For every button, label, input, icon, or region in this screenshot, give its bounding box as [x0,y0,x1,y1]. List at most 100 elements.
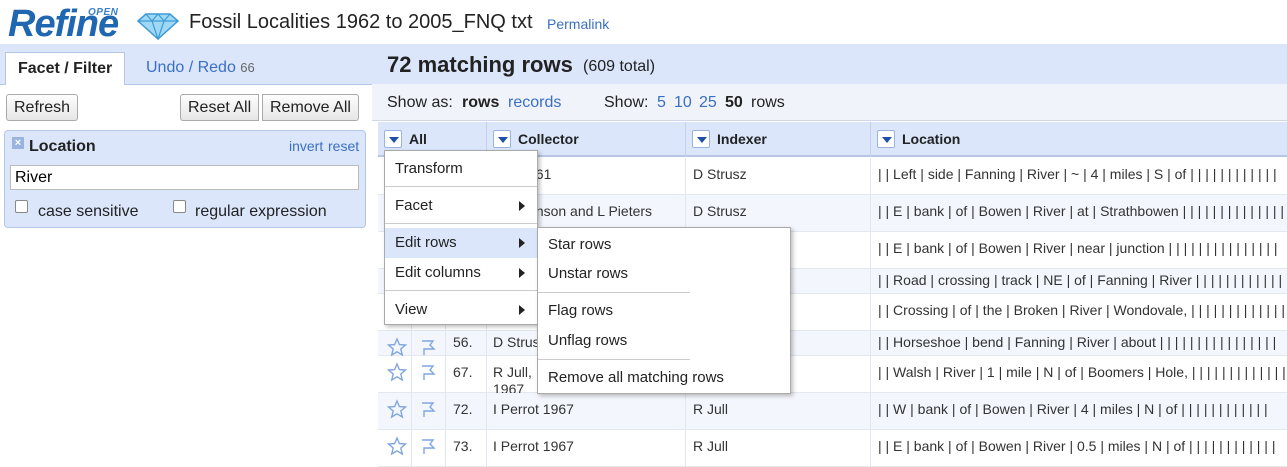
flag-icon[interactable] [418,362,438,385]
total-rows-count: (609 total) [583,58,656,75]
menu-item-remove-matching-rows[interactable]: Remove all matching rows [538,363,790,393]
column-title: Collector [518,131,579,147]
flag-icon[interactable] [418,436,438,459]
cell-divider [870,195,871,231]
cell-indexer[interactable]: D Strusz [693,166,747,182]
menu-item-star-rows[interactable]: Star rows [538,230,790,260]
cell-divider [870,294,871,330]
facet-filter-input[interactable] [10,165,359,190]
refresh-button[interactable]: Refresh [6,94,79,121]
facet-invert-link[interactable]: invert [289,138,323,154]
row-number: 72. [453,401,473,417]
cell-divider [486,393,487,429]
menu-item-label: Flag rows [548,302,614,319]
column-menu-icon[interactable] [877,130,895,148]
menu-item-edit-columns[interactable]: Edit columns [385,258,537,288]
column-menu-icon[interactable] [384,130,402,148]
cell-location[interactable]: | | W | bank | of | Bowen | River | 4 | … [878,401,1268,417]
tab-undo-redo[interactable]: Undo / Redo 66 [134,52,267,85]
cell-indexer[interactable]: D Strusz [693,203,747,219]
edit-rows-submenu: Star rows Unstar rows Flag rows Unflag r… [537,227,791,394]
page-size-5[interactable]: 5 [657,94,666,112]
star-icon[interactable] [386,399,408,422]
cell-divider [445,356,446,392]
menu-item-label: Transform [395,160,463,177]
flag-icon[interactable] [418,399,438,422]
star-icon[interactable] [386,362,408,385]
star-icon[interactable] [386,436,408,459]
cell-location[interactable]: | | Crossing | of | the | Broken | River… [878,302,1287,318]
menu-item-view[interactable]: View [385,295,537,325]
regex-checkbox[interactable] [173,200,186,213]
menu-separator [538,292,690,293]
left-panel: Facet / Filter Undo / Redo 66 Refresh Re… [0,44,372,461]
cell-divider [411,393,412,429]
row-number: 67. [453,364,473,380]
menu-item-unstar-rows[interactable]: Unstar rows [538,259,790,289]
cell-collector[interactable]: I Perrot 1967 [493,401,574,418]
page-size-10[interactable]: 10 [674,94,692,112]
diamond-icon [136,13,180,40]
reset-all-button[interactable]: Reset All [180,94,260,121]
page-size-50[interactable]: 50 [725,94,743,112]
menu-item-label: Remove all matching rows [548,369,724,386]
row-number: 56. [453,334,473,350]
chevron-right-icon [519,305,525,315]
table-row[interactable]: 67. R Jull, 1967 | | Walsh | River | 1 | mi… [378,356,1287,397]
menu-item-label: Edit rows [395,234,457,251]
cell-location[interactable]: | | E | bank | of | Bowen | River | 0.5 … [878,438,1275,454]
menu-item-label: View [395,301,428,318]
matching-rows-count: 72 matching rows [387,52,573,77]
case-sensitive-checkbox[interactable] [15,200,28,213]
cell-location[interactable]: | | Left | side | Fanning | River | ~ | … [878,166,1277,182]
table-row[interactable]: 72. I Perrot 1967 R Jull | | W | bank | of … [378,393,1287,430]
summary-bar: 72 matching rows (609 total) [372,44,1287,84]
show-label: Show: [604,94,649,111]
cell-divider [870,158,871,194]
cell-indexer[interactable]: R Jull [693,401,728,417]
undo-count: 66 [240,60,255,75]
cell-location[interactable]: | | Horseshoe | bend | Fanning | River |… [878,334,1276,350]
cell-divider [870,393,871,429]
openrefine-logo[interactable]: Refine OPEN [8,0,180,45]
menu-item-unflag-rows[interactable]: Unflag rows [538,326,790,356]
cell-collector-text: I Perrot 1967 [493,401,574,417]
project-title[interactable]: Fossil Localities 1962 to 2005_FNQ txt [189,11,533,34]
show-as-rows[interactable]: rows [462,94,499,112]
cell-indexer[interactable]: R Jull [693,438,728,454]
remove-all-button[interactable]: Remove All [262,94,359,121]
show-as-label: Show as: [387,94,453,111]
cell-location[interactable]: | | E | bank | of | Bowen | River | near… [878,240,1278,256]
menu-item-edit-rows[interactable]: Edit rows [385,228,537,258]
column-title: Indexer [717,131,767,147]
column-menu-icon[interactable] [493,130,511,148]
facet-reset-link[interactable]: reset [328,138,359,154]
close-icon[interactable]: × [12,137,24,149]
cell-divider [870,356,871,392]
tab-facet-filter[interactable]: Facet / Filter [5,52,126,85]
row-number: 73. [453,438,473,454]
cell-location[interactable]: | | Walsh | River | 1 | mile | N | of | … [878,364,1286,380]
cell-divider [685,195,686,231]
column-header-location[interactable]: Location [871,122,1287,157]
column-header-indexer[interactable]: Indexer [686,122,871,157]
menu-item-facet[interactable]: Facet [385,191,537,221]
page-size-25[interactable]: 25 [699,94,717,112]
menu-item-label: Unflag rows [548,332,628,349]
column-title: All [409,131,427,147]
menu-item-transform[interactable]: Transform [385,154,537,184]
permalink-link[interactable]: Permalink [547,16,609,32]
cell-divider [870,269,871,293]
table-row[interactable]: 56. D Strus... | | Horseshoe | bend | Fann… [378,331,1287,357]
table-row[interactable]: 73. I Perrot 1967 R Jull | | E | bank | of … [378,430,1287,467]
cell-location[interactable]: | | Road | crossing | track | NE | of | … [878,272,1287,288]
column-menu-icon[interactable] [692,130,710,148]
cell-collector[interactable]: I Perrot 1967 [493,438,574,455]
column-dropdown-menu: Transform Facet Edit rows Edit columns V… [384,150,538,325]
tab-undo-label: Undo / Redo [146,59,236,76]
menu-item-flag-rows[interactable]: Flag rows [538,296,790,326]
show-as-records[interactable]: records [508,94,561,112]
menu-separator [385,290,537,291]
menu-item-label: Facet [395,197,433,214]
cell-location[interactable]: | | E | bank | of | Bowen | River | at |… [878,203,1287,219]
